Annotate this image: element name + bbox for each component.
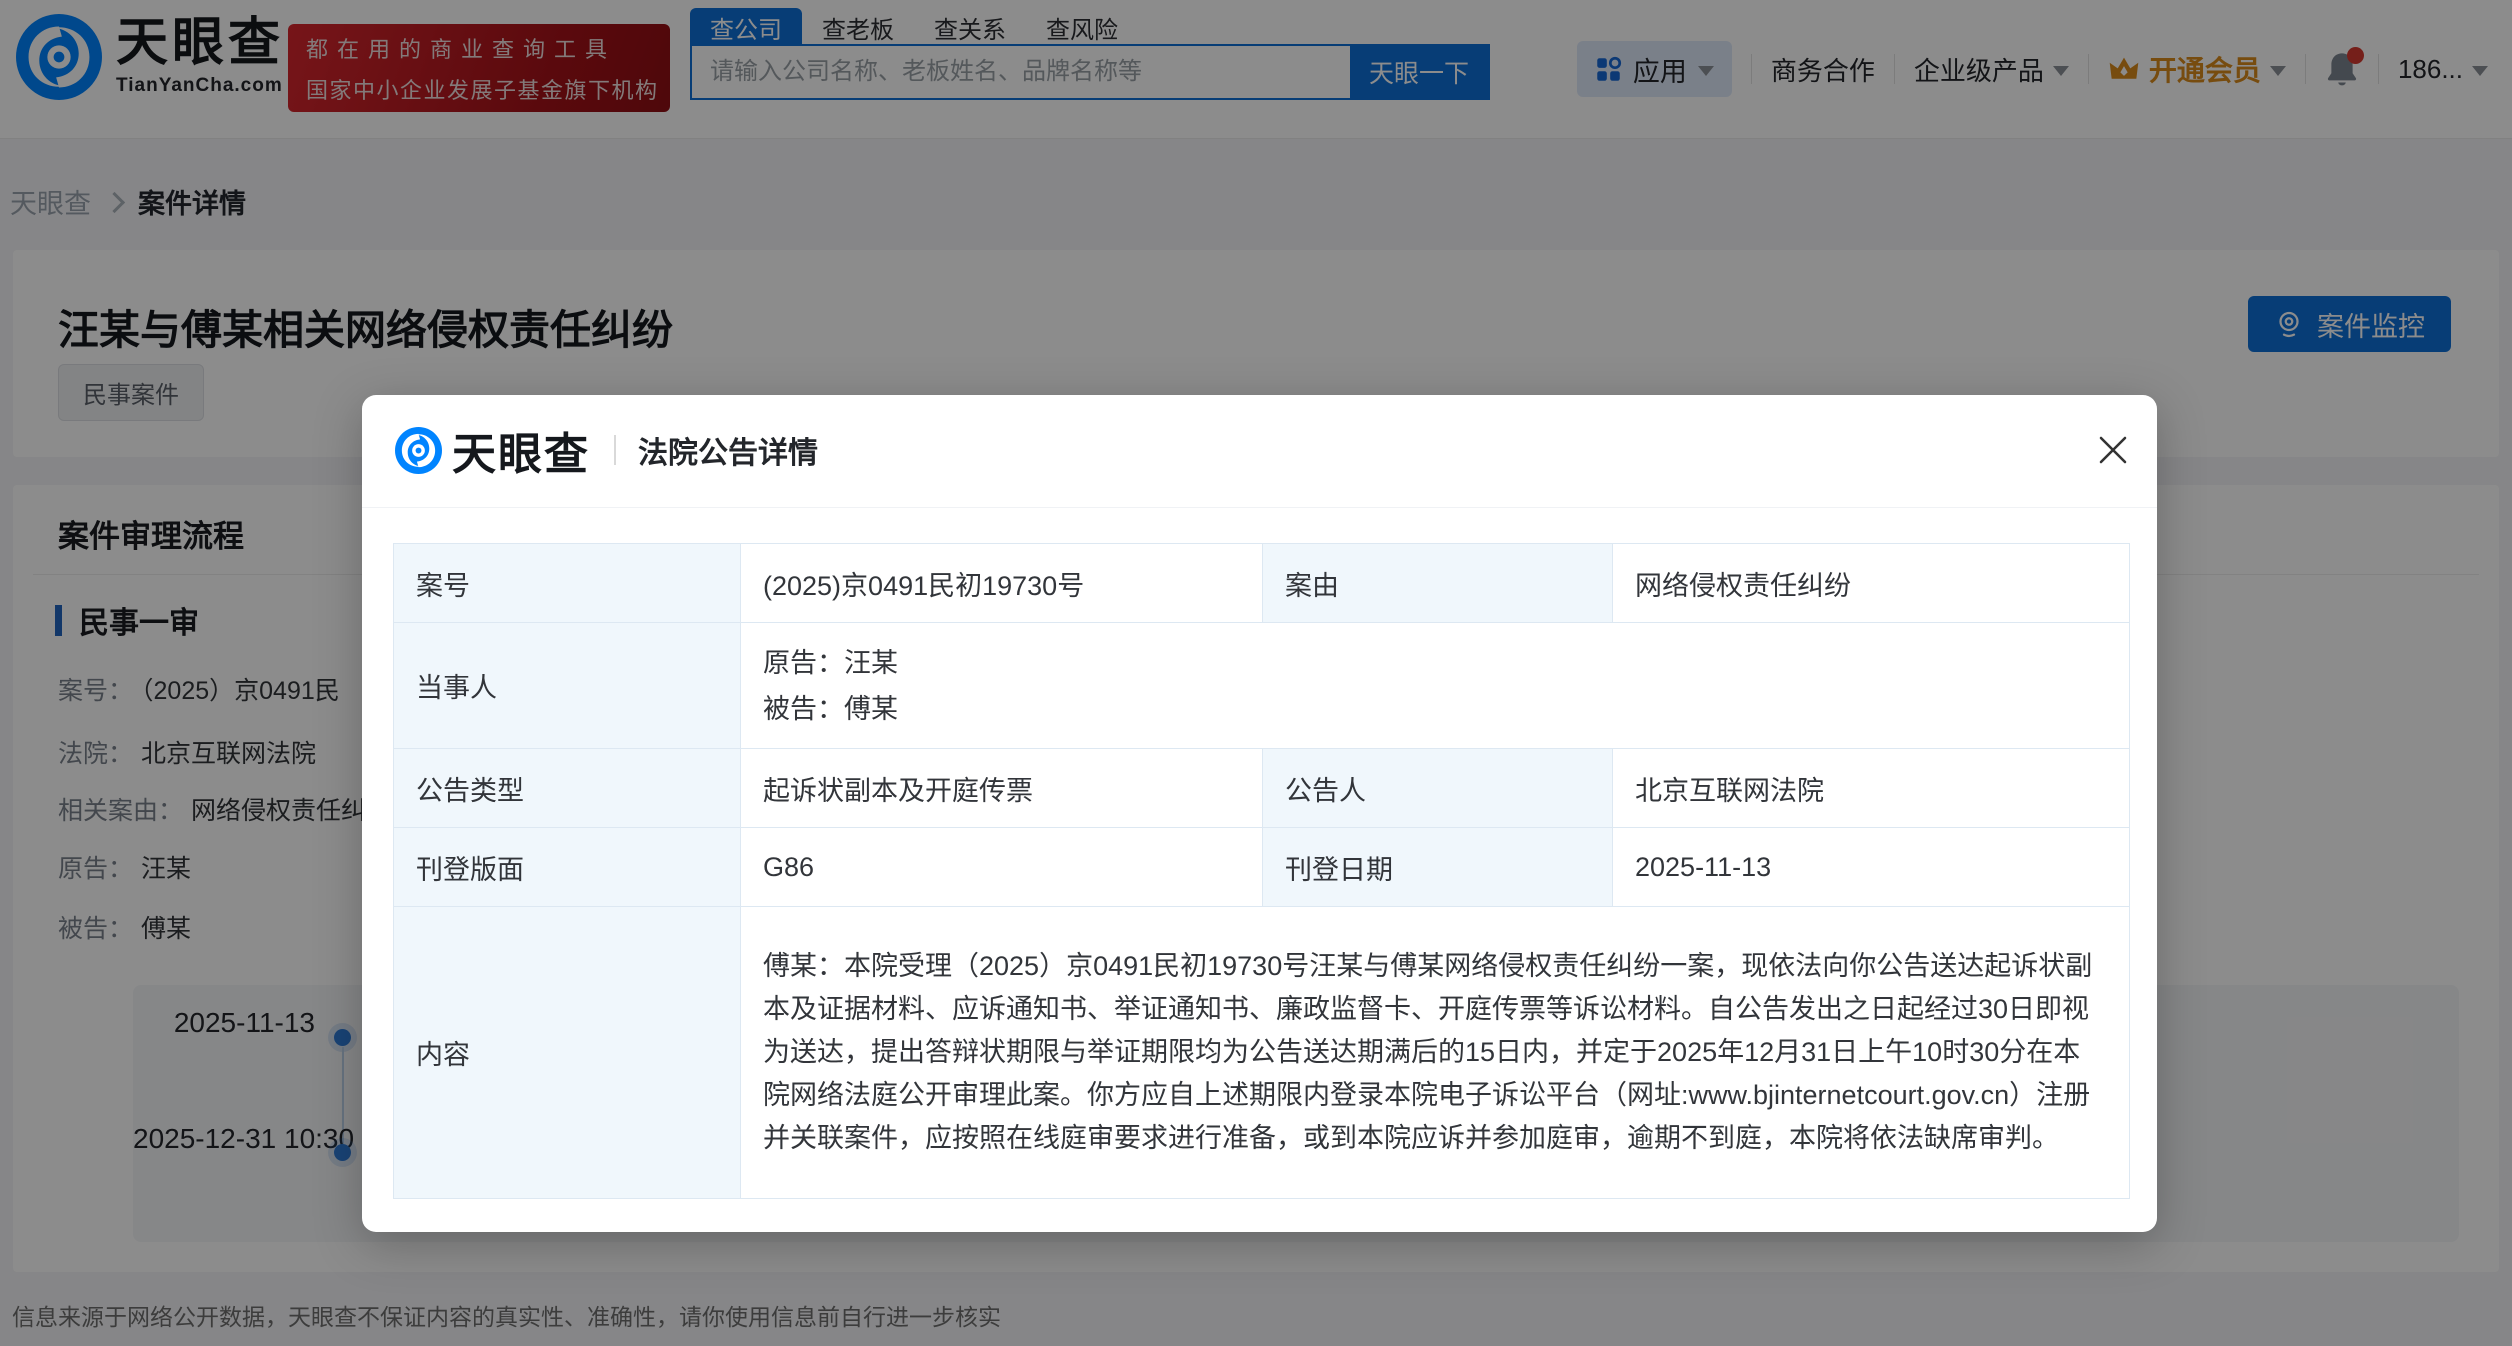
table-row: 公告类型 起诉状副本及开庭传票 公告人 北京互联网法院: [393, 748, 2130, 828]
table-row: 案号 (2025)京0491民初19730号 案由 网络侵权责任纠纷: [393, 543, 2130, 623]
publication-date-value: 2025-11-13: [1612, 827, 2130, 907]
case-number-label: 案号: [393, 543, 741, 623]
close-icon: [2099, 436, 2127, 464]
content-value: 傅某：本院受理（2025）京0491民初19730号汪某与傅某网络侵权责任纠纷一…: [740, 906, 2130, 1199]
announcer-value: 北京互联网法院: [1612, 748, 2130, 828]
cause-value: 网络侵权责任纠纷: [1612, 543, 2130, 623]
party-label: 当事人: [393, 622, 741, 749]
table-row: 刊登版面 G86 刊登日期 2025-11-13: [393, 827, 2130, 907]
party-plaintiff: 原告：汪某: [763, 647, 898, 678]
modal-title: 法院公告详情: [638, 437, 818, 470]
case-number-value: (2025)京0491民初19730号: [740, 543, 1263, 623]
announcer-label: 公告人: [1262, 748, 1613, 828]
table-row: 当事人 原告：汪某 被告：傅某: [393, 622, 2130, 749]
publication-date-label: 刊登日期: [1262, 827, 1613, 907]
party-defendant: 被告：傅某: [763, 693, 898, 724]
announcement-type-label: 公告类型: [393, 748, 741, 828]
content-label: 内容: [393, 906, 741, 1199]
party-value: 原告：汪某 被告：傅某: [740, 622, 2130, 749]
table-row: 内容 傅某：本院受理（2025）京0491民初19730号汪某与傅某网络侵权责任…: [393, 906, 2130, 1199]
divider: [362, 507, 2157, 508]
announcement-table: 案号 (2025)京0491民初19730号 案由 网络侵权责任纠纷 当事人 原…: [393, 543, 2130, 1199]
divider: [614, 435, 616, 465]
cause-label: 案由: [1262, 543, 1613, 623]
announcement-type-value: 起诉状副本及开庭传票: [740, 748, 1263, 828]
modal-close-button[interactable]: [2091, 428, 2135, 472]
modal-brand: 天眼查: [452, 430, 590, 479]
tianyancha-swirl-icon: [395, 426, 442, 474]
modal-header: 天眼查 法院公告详情: [395, 426, 818, 479]
publication-page-value: G86: [740, 827, 1263, 907]
publication-page-label: 刊登版面: [393, 827, 741, 907]
court-announcement-modal: 天眼查 法院公告详情 案号 (2025)京0491民初19730号 案由 网络侵…: [362, 395, 2157, 1232]
